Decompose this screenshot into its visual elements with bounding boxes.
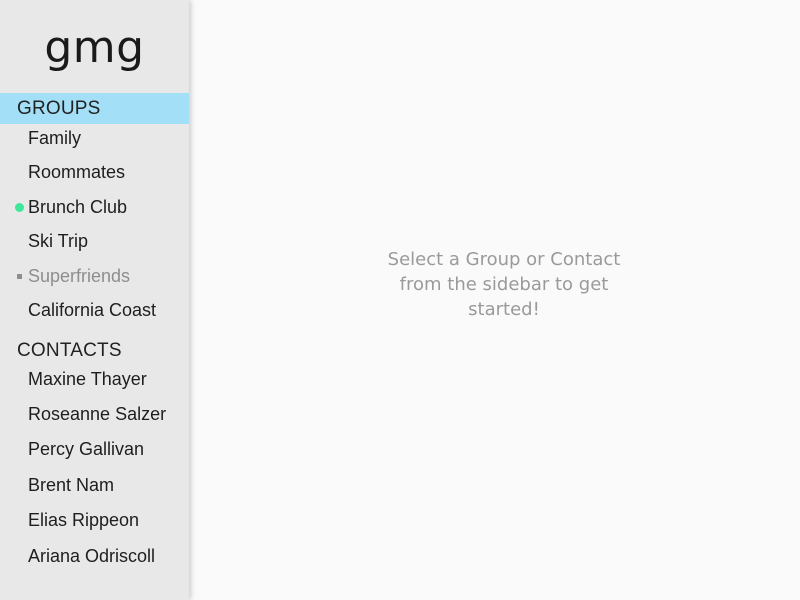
groups-header[interactable]: GROUPS bbox=[0, 93, 189, 124]
sidebar-item-brunch-club[interactable]: Brunch Club bbox=[0, 192, 189, 222]
main-panel: Select a Group or Contact from the sideb… bbox=[189, 0, 800, 600]
online-dot-icon bbox=[15, 203, 24, 212]
sidebar-contact-brent-nam[interactable]: Brent Nam bbox=[0, 470, 189, 500]
contact-label: Elias Rippeon bbox=[28, 510, 140, 530]
app-logo: gmg bbox=[44, 22, 145, 73]
sidebar-contact-percy-gallivan[interactable]: Percy Gallivan bbox=[0, 434, 189, 464]
sidebar-item-roommates[interactable]: Roommates bbox=[0, 157, 189, 187]
inactive-square-icon bbox=[17, 274, 22, 279]
empty-state-message: Select a Group or Contact from the sideb… bbox=[387, 249, 621, 320]
contact-label: Roseanne Salzer bbox=[28, 404, 167, 424]
sidebar-item-label: Ski Trip bbox=[28, 231, 89, 251]
sidebar-contact-roseanne-salzer[interactable]: Roseanne Salzer bbox=[0, 399, 189, 429]
contact-label: Maxine Thayer bbox=[28, 369, 147, 389]
sidebar-item-label: Roommates bbox=[28, 162, 126, 182]
sidebar-item-california-coast[interactable]: California Coast bbox=[0, 295, 189, 325]
contacts-header[interactable]: CONTACTS bbox=[0, 335, 189, 366]
sidebar-contact-maxine-thayer[interactable]: Maxine Thayer bbox=[0, 364, 189, 394]
sidebar: gmg GROUPS Family Roommates Brunch Club … bbox=[0, 0, 189, 600]
sidebar-item-label: Brunch Club bbox=[28, 197, 128, 217]
sidebar-contact-ariana-odriscoll[interactable]: Ariana Odriscoll bbox=[0, 541, 189, 571]
sidebar-item-family[interactable]: Family bbox=[0, 123, 189, 153]
sidebar-item-superfriends[interactable]: Superfriends bbox=[0, 261, 189, 291]
contact-label: Brent Nam bbox=[28, 475, 115, 495]
sidebar-item-ski-trip[interactable]: Ski Trip bbox=[0, 226, 189, 256]
contact-label: Ariana Odriscoll bbox=[28, 546, 156, 566]
contact-label: Percy Gallivan bbox=[28, 439, 145, 459]
sidebar-contact-elias-rippeon[interactable]: Elias Rippeon bbox=[0, 505, 189, 535]
sidebar-item-label: Family bbox=[28, 128, 81, 148]
sidebar-item-label: Superfriends bbox=[28, 266, 131, 286]
app-window: gmg GROUPS Family Roommates Brunch Club … bbox=[0, 0, 800, 600]
sidebar-item-label: California Coast bbox=[28, 300, 157, 320]
